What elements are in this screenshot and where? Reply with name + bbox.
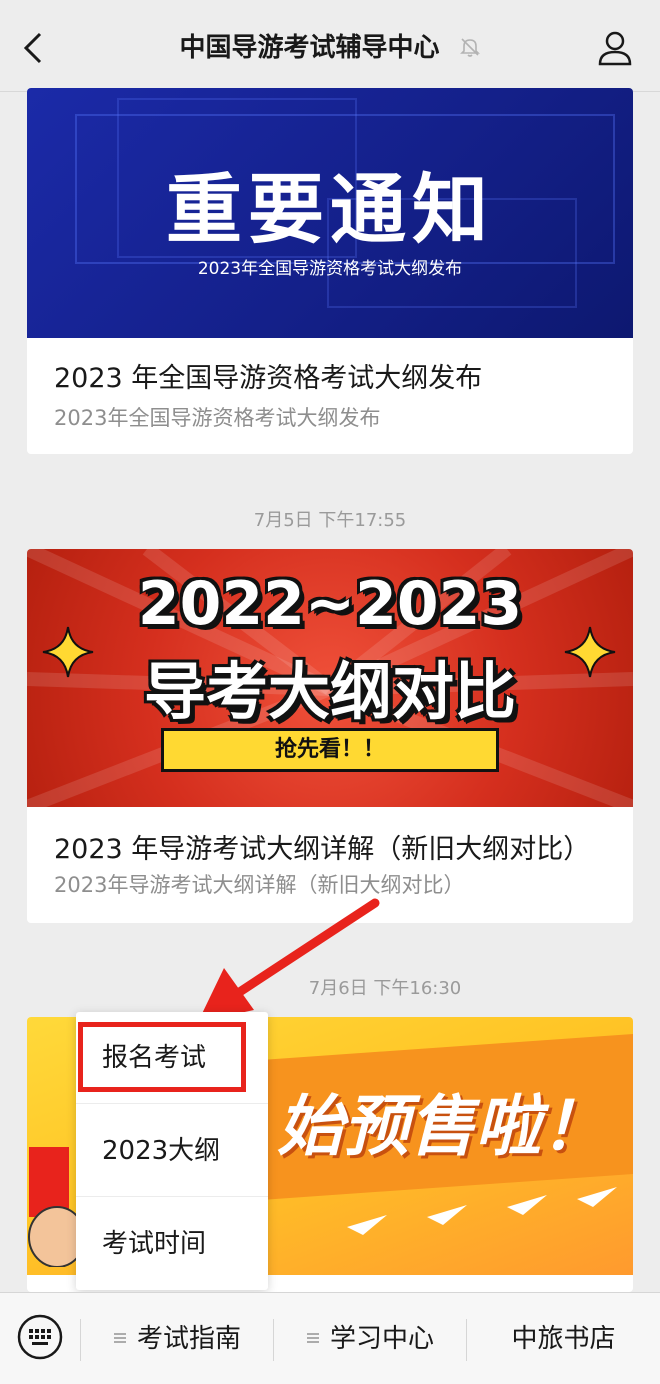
tab-exam-guide[interactable]: 考试指南	[81, 1293, 273, 1384]
banner-headline: 导考大纲对比	[143, 655, 516, 728]
article-title[interactable]: 2023 年全国导游资格考试大纲发布	[54, 356, 482, 395]
profile-button[interactable]	[596, 28, 634, 68]
article-summary: 2023年导游考试大纲详解（新旧大纲对比）	[54, 873, 465, 897]
menu-lines-icon	[113, 1333, 126, 1343]
highlight-box	[78, 1022, 246, 1092]
message-timestamp: 7月5日 下午17:55	[253, 510, 407, 531]
article-card[interactable]: 2022~2023 导考大纲对比 抢先看！！ 2023 年导游考试大纲详解（新旧…	[27, 549, 633, 923]
tab-label: 学习中心	[329, 1324, 434, 1354]
tab-label: 考试指南	[136, 1324, 241, 1354]
article-title[interactable]: 2023 年导游考试大纲详解（新旧大纲对比）	[54, 827, 590, 866]
article-summary: 2023年全国导游资格考试大纲发布	[54, 406, 381, 430]
banner-headline: 始预售啦！	[277, 1088, 607, 1165]
tab-bookstore[interactable]: 中旅书店	[467, 1293, 660, 1384]
mute-bell-icon	[459, 38, 480, 57]
article-banner: 重要通知 2023年全国导游资格考试大纲发布	[27, 88, 633, 338]
person-icon	[598, 31, 632, 66]
keyboard-icon	[17, 1314, 63, 1360]
banner-tag: 抢先看！！	[161, 728, 499, 772]
article-card[interactable]: 重要通知 2023年全国导游资格考试大纲发布 2023 年全国导游资格考试大纲发…	[27, 88, 633, 454]
message-timestamp: 7月6日 下午16:30	[308, 978, 462, 999]
banner-headline: 重要通知	[166, 165, 494, 254]
account-title: 中国导游考试辅导中心	[179, 33, 440, 63]
tab-label: 中旅书店	[511, 1324, 616, 1354]
tab-study-center[interactable]: 学习中心	[274, 1293, 466, 1384]
article-banner: 2022~2023 导考大纲对比 抢先看！！	[27, 549, 633, 807]
menu-item-2023-syllabus[interactable]: 2023大纲	[76, 1105, 268, 1197]
account-title-wrap: 中国导游考试辅导中心	[0, 28, 660, 68]
paper-plane-icon	[347, 1187, 617, 1235]
menu-item-exam-time[interactable]: 考试时间	[76, 1198, 268, 1290]
keyboard-toggle-button[interactable]	[16, 1313, 64, 1361]
top-nav-bar: 中国导游考试辅导中心	[0, 0, 660, 92]
bottom-menu-bar: 考试指南 学习中心 中旅书店	[0, 1292, 660, 1384]
banner-headline-years: 2022~2023	[137, 569, 523, 639]
banner-subtitle: 2023年全国导游资格考试大纲发布	[197, 259, 463, 279]
menu-lines-icon	[306, 1333, 319, 1343]
